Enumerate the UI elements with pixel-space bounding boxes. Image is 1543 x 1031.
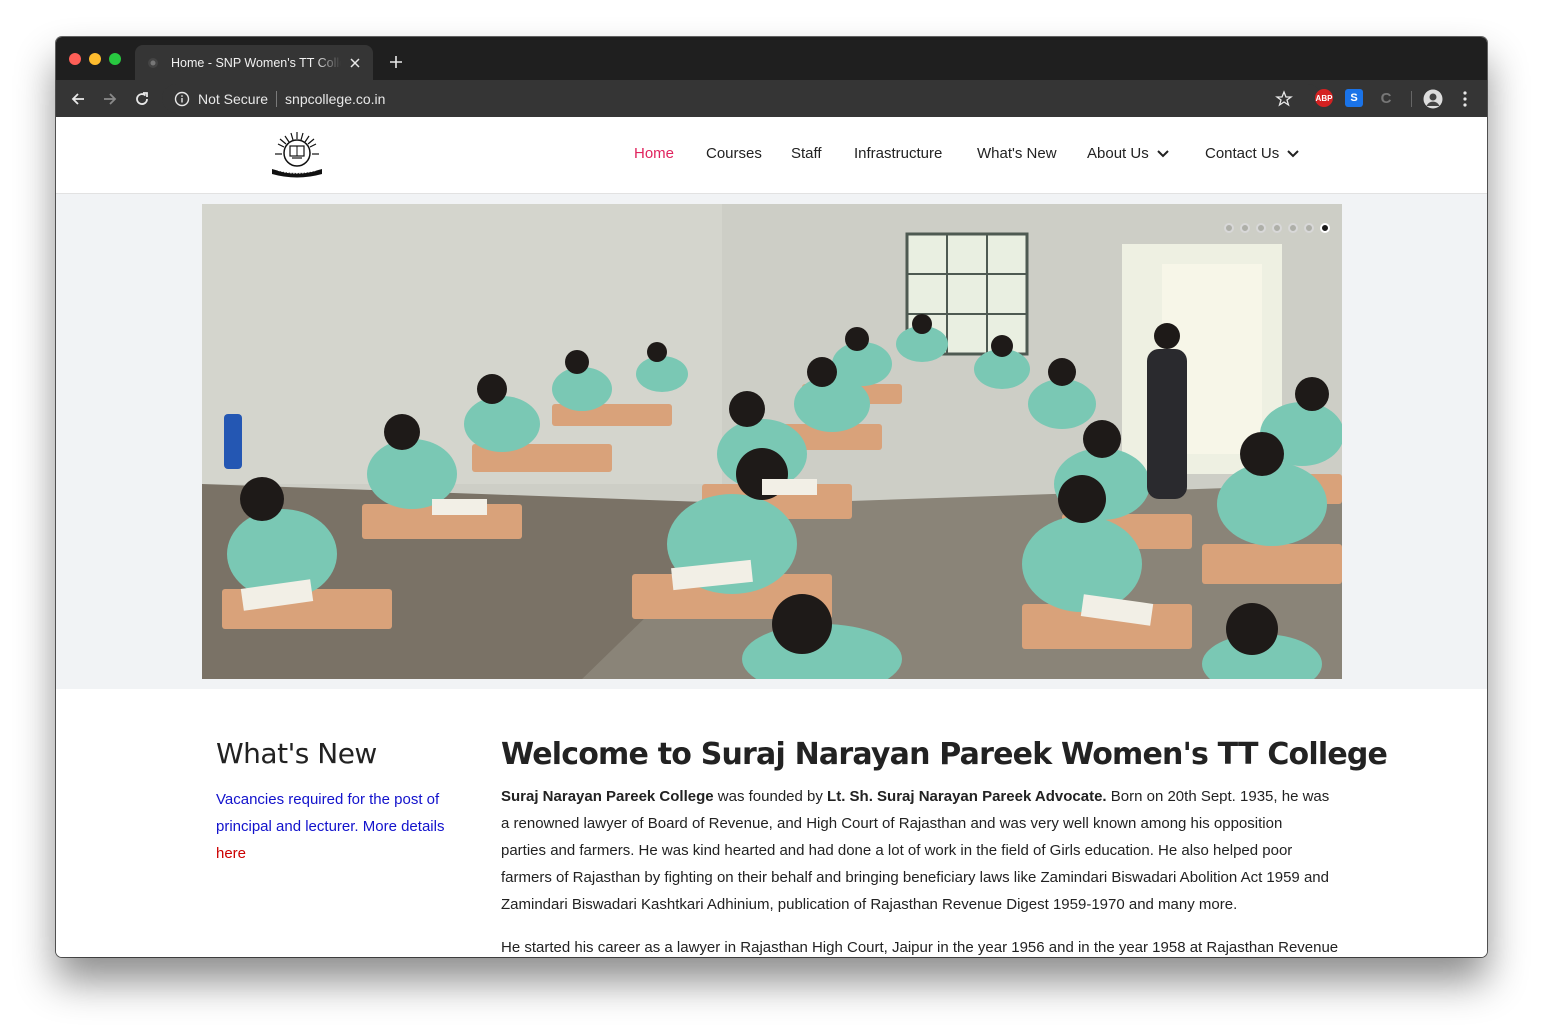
whats-new-item: Vacancies required for the post of princ…	[216, 786, 466, 867]
nav-contact-us-label: Contact Us	[1205, 145, 1280, 162]
forward-arrow-icon[interactable]	[99, 88, 121, 110]
vacancy-details-link[interactable]: here	[216, 845, 246, 862]
slider-dot[interactable]	[1272, 223, 1282, 233]
url-text: snpcollege.co.in	[285, 90, 386, 107]
main-content: What's New Vacancies required for the po…	[56, 689, 1487, 957]
browser-menu-icon[interactable]	[1454, 88, 1476, 110]
college-name-bold: Suraj Narayan Pareek College	[501, 788, 714, 805]
page-title: Welcome to Suraj Narayan Pareek Women's …	[501, 737, 1388, 772]
reload-icon[interactable]	[131, 88, 153, 110]
nav-whats-new[interactable]: What's New	[977, 145, 1057, 162]
slider-dots	[1224, 223, 1330, 233]
vacancy-news-link[interactable]: Vacancies required for the post of princ…	[216, 791, 444, 835]
nav-infrastructure[interactable]: Infrastructure	[854, 145, 942, 162]
s-extension-icon[interactable]: S	[1345, 89, 1363, 107]
browser-window: Home - SNP Women's TT College Not Secure…	[56, 37, 1487, 957]
browser-toolbar: Not Secure snpcollege.co.in ABP S C	[56, 80, 1487, 117]
chevron-down-icon	[1156, 149, 1169, 158]
site-header: Home Courses Staff Infrastructure What's…	[56, 117, 1487, 194]
founder-name-bold: Lt. Sh. Suraj Narayan Pareek Advocate.	[827, 788, 1107, 805]
chevron-down-icon	[1287, 149, 1299, 158]
classroom-photo	[202, 204, 1342, 679]
slider-dot-active[interactable]	[1320, 223, 1330, 233]
slider-dot[interactable]	[1256, 223, 1266, 233]
address-bar[interactable]: Not Secure snpcollege.co.in	[162, 84, 1322, 113]
nav-courses[interactable]: Courses	[706, 145, 762, 162]
c-extension-icon[interactable]: C	[1377, 89, 1395, 107]
slider-dot[interactable]	[1224, 223, 1234, 233]
adblock-plus-icon[interactable]: ABP	[1315, 89, 1333, 107]
site-security-indicator[interactable]: Not Secure	[174, 90, 285, 107]
back-arrow-icon[interactable]	[67, 88, 89, 110]
career-paragraph: He started his career as a lawyer in Raj…	[501, 939, 1339, 956]
bookmark-star-icon[interactable]	[1273, 88, 1295, 110]
slider-dot[interactable]	[1288, 223, 1298, 233]
browser-tab[interactable]: Home - SNP Women's TT College	[135, 45, 373, 80]
maximize-window-button[interactable]	[109, 53, 121, 65]
tab-title: Home - SNP Women's TT College	[171, 55, 341, 70]
nav-contact-us[interactable]: Contact Us	[1205, 145, 1299, 162]
hero-section	[56, 194, 1487, 689]
whats-new-title: What's New	[216, 737, 377, 770]
close-window-button[interactable]	[69, 53, 81, 65]
main-nav: Home Courses Staff Infrastructure What's…	[56, 117, 1487, 194]
slider-dot[interactable]	[1240, 223, 1250, 233]
nav-about-us[interactable]: About Us	[1087, 145, 1169, 162]
profile-avatar[interactable]	[1422, 88, 1444, 110]
hero-slide-image[interactable]	[202, 204, 1342, 679]
new-tab-button[interactable]	[386, 52, 406, 72]
tab-strip: Home - SNP Women's TT College	[56, 37, 1487, 80]
nav-home[interactable]: Home	[634, 145, 674, 162]
intro-paragraph: Suraj Narayan Pareek College was founded…	[501, 788, 1330, 913]
nav-about-us-label: About Us	[1087, 145, 1149, 162]
info-icon	[174, 91, 190, 106]
close-tab-icon[interactable]	[347, 55, 363, 71]
site-favicon-icon	[145, 55, 161, 71]
nav-staff[interactable]: Staff	[791, 145, 822, 162]
security-label: Not Secure	[198, 90, 269, 107]
minimize-window-button[interactable]	[89, 53, 101, 65]
slider-dot[interactable]	[1304, 223, 1314, 233]
